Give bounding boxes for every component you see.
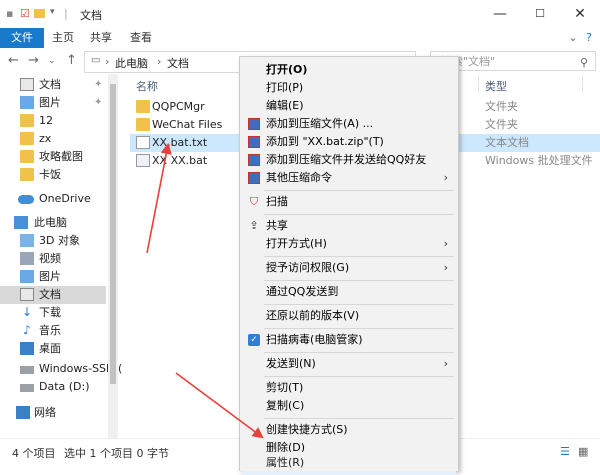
annotation-layer: [146, 142, 264, 439]
annotation-arrow: [146, 142, 172, 254]
annotation-arrow: [175, 372, 264, 439]
